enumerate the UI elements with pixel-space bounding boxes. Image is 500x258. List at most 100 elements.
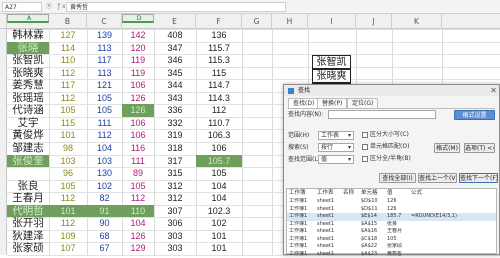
format-settings-button[interactable]: 格式设置 [454,110,495,120]
cell-e[interactable]: 336 [154,104,196,117]
cell-d[interactable]: 89 [122,167,154,180]
result-cell[interactable]: $A$15 [361,221,387,229]
cell-f[interactable]: 115.3 [196,54,242,67]
cell-b[interactable]: 105 [49,104,87,117]
width-checkbox[interactable] [362,156,368,162]
cell-d[interactable]: 119 [122,54,154,67]
cell-b[interactable]: 101 [49,205,87,218]
result-cell[interactable]: $A$16 [361,228,387,236]
cell-b[interactable]: 117 [49,79,87,92]
list-item[interactable]: 张晓爽 [312,69,351,83]
cell-b[interactable]: 107 [49,242,87,255]
find-all-button[interactable]: 查找全部(I) [379,173,416,183]
result-cell[interactable] [411,243,496,251]
cell-f[interactable]: 112 [196,104,242,117]
cell-d[interactable]: 126 [122,230,154,243]
cell-d[interactable]: 120 [122,42,154,55]
cell-b[interactable]: 110 [49,54,87,67]
cell-a[interactable]: 艾宇 [7,117,49,130]
result-cell[interactable]: sheet1 [317,251,343,258]
find-next-button[interactable]: 查找下一个(F) [459,173,498,183]
cell-b[interactable]: 98 [49,142,87,155]
result-cell[interactable]: 工作簿1 [289,236,315,244]
result-cell[interactable]: $A$23 [361,251,387,258]
cell-c[interactable]: 105 [87,104,122,117]
cell-b[interactable]: 112 [49,217,87,230]
cell-f[interactable]: 136 [196,29,242,42]
cell-a[interactable]: 张俊奎 [7,155,49,168]
column-header-h[interactable]: H [272,14,308,29]
cell-e[interactable]: 318 [154,142,196,155]
cell-a[interactable]: 张晓 [7,42,49,55]
close-icon[interactable]: ✕ [488,85,499,96]
find-input[interactable] [328,110,436,119]
result-cell[interactable] [411,228,496,236]
cell-a[interactable]: 张智凯 [7,54,49,67]
cell-a[interactable]: 张良 [7,180,49,193]
cell-c[interactable]: 82 [87,192,122,205]
cell-d[interactable]: 111 [122,155,154,168]
result-cell[interactable]: 工作簿1 [289,198,315,206]
result-cell[interactable]: 张家硕 [387,243,413,251]
result-cell[interactable]: 126 [387,206,413,214]
cell-c[interactable]: 103 [87,155,122,168]
name-box[interactable]: A27 [2,2,42,12]
column-header-k[interactable]: K [392,14,442,29]
select-all-corner[interactable] [0,14,7,29]
cell-e[interactable]: 345 [154,67,196,80]
cell-c[interactable]: 130 [87,167,122,180]
result-cell[interactable] [411,198,496,206]
cell-e[interactable]: 408 [154,29,196,42]
cell-e[interactable]: 315 [154,167,196,180]
result-cell[interactable]: 185.7 [387,213,413,221]
options-button[interactable]: 选项(T) << [464,143,495,153]
cell-b[interactable]: 127 [49,29,87,42]
result-cell[interactable]: sheet1 [317,206,343,214]
result-cell[interactable]: 工作簿1 [289,221,315,229]
cell-c[interactable]: 68 [87,230,122,243]
column-header-c[interactable]: C [87,14,122,29]
cell-a[interactable] [7,167,49,180]
result-cell[interactable]: sheet1 [317,198,343,206]
column-header-i[interactable]: I [308,14,356,29]
cell-e[interactable]: 306 [154,217,196,230]
cell-a[interactable]: 张晓爽 [7,67,49,80]
result-cell[interactable]: $A$22 [361,243,387,251]
cell-f[interactable]: 115 [196,67,242,80]
cell-f[interactable]: 101 [196,242,242,255]
cell-a[interactable]: 张家硕 [7,242,49,255]
column-header-g[interactable]: G [242,14,272,29]
cell-d[interactable]: 106 [122,129,154,142]
cell-f[interactable]: 106 [196,142,242,155]
cell-c[interactable]: 91 [87,205,122,218]
result-cell[interactable]: 126 [387,198,413,206]
cell-d[interactable]: 126 [122,104,154,117]
result-cell[interactable]: 黄秀哲 [387,251,413,258]
cell-b[interactable]: 112 [49,67,87,80]
result-cell[interactable]: 工作簿1 [289,251,315,258]
result-cell[interactable]: 105 [387,236,413,244]
result-cell[interactable]: $C$18 [361,236,387,244]
result-cell[interactable]: $E$14 [361,213,387,221]
cell-c[interactable]: 113 [87,42,122,55]
cell-match-checkbox[interactable] [362,144,368,150]
cell-e[interactable]: 346 [154,54,196,67]
formula-input[interactable]: 黄秀哲 [66,2,286,12]
cell-e[interactable]: 312 [154,192,196,205]
cell-f[interactable]: 104 [196,180,242,193]
cell-a[interactable]: 张开羽 [7,217,49,230]
cell-b[interactable]: 115 [49,117,87,130]
scope-select[interactable]: 工作表▾ [318,131,354,140]
cell-e[interactable]: 312 [154,180,196,193]
cell-b[interactable]: 109 [49,230,87,243]
cell-e[interactable]: 347 [154,42,196,55]
cell-d[interactable]: 129 [122,242,154,255]
cell-d[interactable]: 126 [122,92,154,105]
column-header-e[interactable]: E [154,14,196,29]
cell-f[interactable]: 102 [196,217,242,230]
cell-d[interactable]: 110 [122,205,154,218]
result-cell[interactable]: 工作簿1 [289,228,315,236]
cell-b[interactable]: 114 [49,42,87,55]
result-cell[interactable]: =ROUND(E14/3,1) [411,213,496,221]
column-header-b[interactable]: B [49,14,87,29]
